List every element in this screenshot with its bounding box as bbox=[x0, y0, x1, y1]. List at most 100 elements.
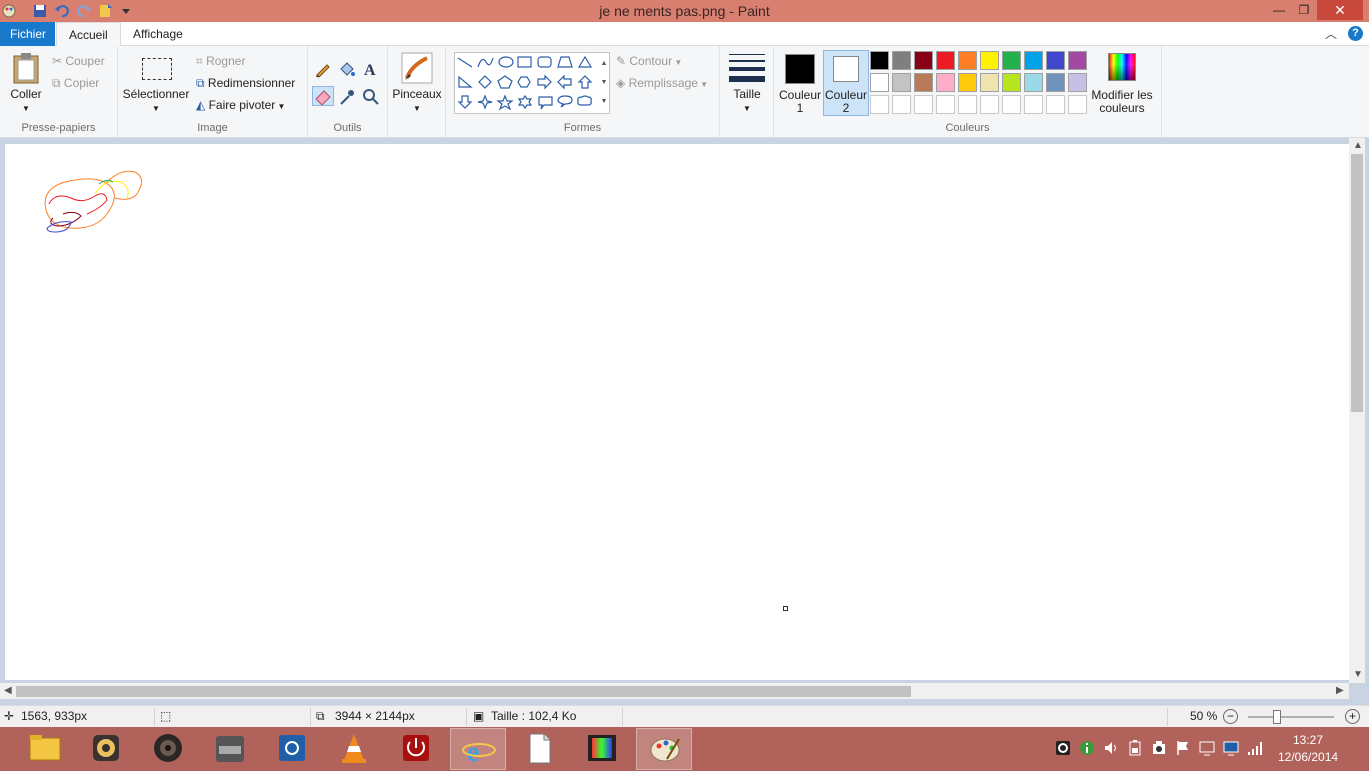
eraser-icon[interactable] bbox=[312, 86, 334, 106]
cut-button[interactable]: ✂ Couper bbox=[52, 54, 105, 68]
vertical-scroll-thumb[interactable] bbox=[1351, 154, 1363, 412]
taskbar-paint[interactable] bbox=[636, 728, 692, 770]
palette-swatch[interactable] bbox=[936, 73, 955, 92]
pentagon-shape-icon[interactable] bbox=[497, 75, 513, 89]
palette-empty-swatch[interactable] bbox=[892, 95, 911, 114]
tab-file[interactable]: Fichier bbox=[0, 22, 55, 46]
taskbar-app-3[interactable] bbox=[140, 728, 196, 770]
shapes-scroll[interactable]: ▲ ▼ ▼ bbox=[598, 54, 610, 112]
display-icon[interactable] bbox=[1223, 740, 1239, 756]
canvas-resize-handle[interactable] bbox=[783, 606, 788, 611]
rotate-button[interactable]: ◭ Faire pivoter ▼ bbox=[196, 98, 285, 112]
palette-swatch[interactable] bbox=[958, 73, 977, 92]
fill-bucket-icon[interactable] bbox=[338, 60, 356, 78]
rect-callout-shape-icon[interactable] bbox=[538, 96, 553, 110]
palette-swatch[interactable] bbox=[1002, 51, 1021, 70]
palette-swatch[interactable] bbox=[870, 73, 889, 92]
palette-swatch[interactable] bbox=[1068, 73, 1087, 92]
horizontal-scroll-thumb[interactable] bbox=[16, 686, 911, 697]
palette-swatch[interactable] bbox=[892, 51, 911, 70]
drawing-canvas[interactable] bbox=[5, 144, 1349, 680]
zoom-in-icon[interactable]: + bbox=[1345, 709, 1360, 724]
left-arrow-shape-icon[interactable] bbox=[557, 74, 572, 90]
palette-empty-swatch[interactable] bbox=[1046, 95, 1065, 114]
taskbar-vlc[interactable] bbox=[326, 728, 382, 770]
magnifier-icon[interactable] bbox=[362, 88, 380, 106]
rounded-rectangle-shape-icon[interactable] bbox=[537, 56, 552, 68]
copy-button[interactable]: ⧉ Copier bbox=[52, 76, 99, 91]
triangle-shape-icon[interactable] bbox=[577, 55, 593, 68]
palette-swatch[interactable] bbox=[980, 51, 999, 70]
taskbar-app-4[interactable] bbox=[202, 728, 258, 770]
six-point-star-shape-icon[interactable] bbox=[517, 94, 533, 110]
vertical-scrollbar[interactable]: ▲ ▼ bbox=[1349, 138, 1365, 683]
taskbar-internet-explorer[interactable]: e bbox=[450, 728, 506, 770]
taskbar-power-app[interactable] bbox=[388, 728, 444, 770]
palette-swatch[interactable] bbox=[914, 73, 933, 92]
scroll-left-icon[interactable]: ◀ bbox=[4, 685, 12, 696]
scroll-down-icon[interactable]: ▼ bbox=[1353, 669, 1363, 680]
close-button[interactable]: ✕ bbox=[1317, 0, 1363, 20]
pencil-icon[interactable] bbox=[314, 60, 332, 78]
horizontal-scrollbar[interactable]: ◀ ▶ bbox=[0, 683, 1349, 699]
scroll-right-icon[interactable]: ▶ bbox=[1336, 685, 1344, 696]
oval-shape-icon[interactable] bbox=[498, 56, 514, 68]
palette-empty-swatch[interactable] bbox=[936, 95, 955, 114]
diamond-shape-icon[interactable] bbox=[478, 75, 492, 89]
palette-swatch[interactable] bbox=[1002, 73, 1021, 92]
info-icon[interactable] bbox=[1079, 740, 1095, 756]
zoom-slider-thumb[interactable] bbox=[1272, 710, 1281, 724]
scroll-up-icon[interactable]: ▲ bbox=[1353, 140, 1363, 151]
cloud-callout-shape-icon[interactable] bbox=[577, 95, 592, 106]
palette-empty-swatch[interactable] bbox=[1024, 95, 1043, 114]
line-shape-icon[interactable] bbox=[457, 57, 473, 68]
palette-empty-swatch[interactable] bbox=[1068, 95, 1087, 114]
palette-swatch[interactable] bbox=[980, 73, 999, 92]
down-arrow-shape-icon[interactable] bbox=[457, 95, 473, 109]
polygon-shape-icon[interactable] bbox=[557, 56, 573, 68]
size-button[interactable]: Taille ▼ bbox=[724, 50, 770, 114]
palette-swatch[interactable] bbox=[892, 73, 911, 92]
zoom-out-icon[interactable]: − bbox=[1223, 709, 1238, 724]
tab-view[interactable]: Affichage bbox=[121, 22, 195, 46]
four-point-star-shape-icon[interactable] bbox=[477, 94, 493, 110]
monitor-icon[interactable] bbox=[1199, 740, 1215, 756]
tray-app-icon[interactable] bbox=[1055, 740, 1071, 756]
palette-swatch[interactable] bbox=[870, 51, 889, 70]
palette-empty-swatch[interactable] bbox=[870, 95, 889, 114]
palette-swatch[interactable] bbox=[1068, 51, 1087, 70]
palette-swatch[interactable] bbox=[936, 51, 955, 70]
select-button[interactable]: Sélectionner ▼ bbox=[122, 52, 190, 113]
taskbar-movie-maker[interactable] bbox=[574, 728, 630, 770]
palette-empty-swatch[interactable] bbox=[914, 95, 933, 114]
palette-swatch[interactable] bbox=[914, 51, 933, 70]
five-point-star-shape-icon[interactable] bbox=[496, 94, 514, 111]
text-icon[interactable]: A bbox=[362, 60, 380, 78]
action-center-flag-icon[interactable] bbox=[1175, 740, 1191, 756]
palette-swatch[interactable] bbox=[958, 51, 977, 70]
minimize-button[interactable]: — bbox=[1269, 0, 1289, 20]
clock-time[interactable]: 13:27 bbox=[1278, 733, 1338, 747]
outline-button[interactable]: ✎ Contour ▼ bbox=[616, 54, 682, 68]
collapse-ribbon-icon[interactable]: ︿ bbox=[1325, 25, 1337, 42]
color1-button[interactable]: Couleur 1 bbox=[777, 50, 823, 115]
volume-icon[interactable] bbox=[1103, 740, 1119, 756]
curve-shape-icon[interactable] bbox=[477, 57, 494, 68]
right-triangle-shape-icon[interactable] bbox=[458, 75, 473, 88]
palette-swatch[interactable] bbox=[1046, 51, 1065, 70]
oval-callout-shape-icon[interactable] bbox=[557, 95, 573, 108]
battery-icon[interactable] bbox=[1127, 740, 1143, 756]
clock-date[interactable]: 12/06/2014 bbox=[1278, 750, 1338, 764]
network-signal-icon[interactable] bbox=[1247, 740, 1263, 756]
hexagon-shape-icon[interactable] bbox=[517, 76, 531, 88]
brushes-button[interactable]: Pinceaux ▼ bbox=[392, 50, 442, 114]
rectangle-shape-icon[interactable] bbox=[517, 56, 532, 68]
palette-swatch[interactable] bbox=[1046, 73, 1065, 92]
taskbar-app-2[interactable] bbox=[78, 728, 134, 770]
resize-button[interactable]: ⧉ Redimensionner bbox=[196, 76, 295, 91]
crop-button[interactable]: ⌗ Rogner bbox=[196, 54, 245, 69]
taskbar-document[interactable] bbox=[512, 728, 568, 770]
fill-button[interactable]: ◈ Remplissage ▼ bbox=[616, 76, 708, 90]
tray-app-icon[interactable] bbox=[1151, 740, 1167, 756]
palette-swatch[interactable] bbox=[1024, 73, 1043, 92]
